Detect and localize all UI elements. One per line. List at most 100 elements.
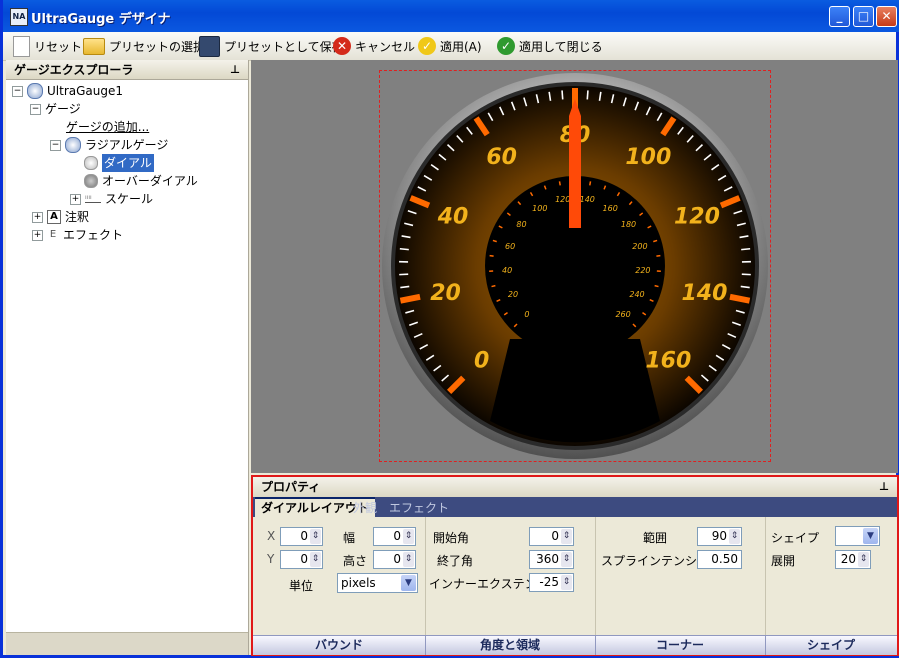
- unit-label: 単位: [289, 579, 314, 593]
- apply-label: 適用(A): [440, 39, 482, 54]
- inner-tick: [589, 181, 592, 186]
- properties-tabs: ダイアルレイアウト 外観 エフェクト: [253, 497, 897, 517]
- height-stepper[interactable]: 0: [373, 550, 416, 569]
- expand-icon[interactable]: +: [70, 193, 81, 205]
- start-angle-stepper[interactable]: 0: [529, 527, 574, 546]
- inner-scale-label: 120: [555, 195, 570, 204]
- major-tick: [399, 293, 421, 304]
- section-bounds: X 0 幅 0 Y 0 高さ 0 単位 pixels ▼: [253, 517, 426, 635]
- tree-label-effect: エフェクト: [63, 228, 124, 242]
- tab-effect[interactable]: エフェクト: [383, 499, 455, 517]
- end-angle-stepper[interactable]: 360: [529, 550, 574, 569]
- y-stepper[interactable]: 0: [280, 550, 323, 569]
- gauge-icon: [27, 83, 43, 99]
- section-footer: バウンド 角度と領域 コーナー シェイプ: [253, 635, 897, 655]
- new-document-icon: [13, 35, 30, 57]
- tree-node-effect[interactable]: + E エフェクト: [32, 226, 123, 244]
- tree-node-annotation[interactable]: + A 注釈: [32, 208, 89, 226]
- add-gauge-link[interactable]: ゲージの追加...: [66, 118, 149, 136]
- inner-scale-label: 140: [580, 195, 595, 204]
- inner-scale-label: 60: [505, 242, 515, 251]
- y-label: Y: [267, 552, 275, 566]
- height-label: 高さ: [343, 554, 368, 568]
- properties-header: プロパティ ⊥: [253, 477, 897, 497]
- minimize-button[interactable]: _: [829, 6, 850, 27]
- outer-scale-label: 60: [486, 145, 517, 170]
- outer-scale-label: 140: [681, 281, 727, 306]
- maximize-button[interactable]: □: [853, 6, 874, 27]
- apply-close-check-icon: ✓: [497, 37, 515, 55]
- section-shape: シェイプ ▼ 展開 20: [765, 517, 897, 635]
- outer-scale-label: 40: [437, 204, 469, 229]
- properties-title: プロパティ: [261, 480, 321, 494]
- properties-panel: プロパティ ⊥ ダイアルレイアウト 外観 エフェクト X 0 幅 0 Y 0 高…: [251, 475, 899, 656]
- minor-tick: [741, 247, 751, 251]
- collapse-icon[interactable]: −: [50, 139, 61, 151]
- tree-node-scale[interactable]: + ıııı スケール: [70, 190, 153, 208]
- start-angle-label: 開始角: [433, 531, 470, 545]
- inner-extent-stepper[interactable]: -25: [529, 573, 574, 592]
- x-stepper[interactable]: 0: [280, 527, 323, 546]
- shape-select[interactable]: ▼: [835, 526, 880, 546]
- save-preset-button[interactable]: プリセットとして保存: [199, 35, 344, 57]
- gauge-explorer-panel: ゲージエクスプローラ ⊥ − UltraGauge1 − ゲージ ゲージの追加.…: [6, 60, 249, 655]
- toolbar: リセット プリセットの選択 プリセットとして保存 ✕ キャンセル ✓ 適用(A)…: [3, 32, 896, 61]
- chevron-down-icon: ▼: [401, 575, 416, 591]
- expand-icon[interactable]: +: [32, 211, 43, 223]
- minor-tick: [740, 285, 750, 289]
- x-label: X: [267, 529, 276, 543]
- dial-icon: [84, 156, 98, 170]
- tree-node-root[interactable]: − UltraGauge1: [12, 82, 123, 100]
- gauge-needle: [569, 99, 581, 228]
- tree-node-radial[interactable]: − ラジアルゲージ: [50, 136, 168, 154]
- inner-scale-label: 0: [524, 310, 529, 319]
- overdial-icon: [84, 174, 98, 188]
- section-title-shape: シェイプ: [806, 638, 855, 652]
- minor-tick: [586, 90, 589, 100]
- outer-scale-label: 20: [430, 281, 461, 306]
- chevron-down-icon: ▼: [863, 528, 878, 544]
- apply-button[interactable]: ✓ 適用(A): [418, 35, 482, 57]
- major-tick: [729, 293, 751, 304]
- save-disk-icon: [199, 35, 220, 57]
- tree-node-gauges[interactable]: − ゲージ: [30, 100, 81, 118]
- tree-node-overdial[interactable]: オーバーダイアル: [84, 172, 198, 190]
- width-stepper[interactable]: 0: [373, 527, 416, 546]
- expand-stepper[interactable]: 20: [835, 550, 871, 569]
- end-angle-label: 終了角: [437, 554, 474, 568]
- apply-check-icon: ✓: [418, 37, 436, 55]
- section-title-bounds: バウンド: [253, 636, 426, 655]
- reset-button[interactable]: リセット: [13, 35, 82, 57]
- outer-scale-label: 160: [645, 348, 691, 373]
- save-preset-label: プリセットとして保存: [224, 39, 344, 54]
- pin-icon[interactable]: ⊥: [879, 477, 889, 497]
- inner-scale-label: 240: [629, 290, 644, 299]
- gauge-selection-frame[interactable]: 020406080100120140160 020406080100120140…: [379, 70, 771, 462]
- collapse-icon[interactable]: −: [12, 85, 23, 97]
- tab-appearance[interactable]: 外観: [347, 499, 383, 517]
- expand-icon[interactable]: +: [32, 229, 43, 241]
- spline-tension-field[interactable]: 0.50: [697, 550, 742, 569]
- select-preset-button[interactable]: プリセットの選択: [83, 35, 205, 57]
- cancel-icon: ✕: [333, 37, 351, 55]
- apply-close-button[interactable]: ✓ 適用して閉じる: [497, 35, 603, 57]
- minor-tick: [399, 247, 409, 251]
- range-stepper[interactable]: 90: [697, 527, 742, 546]
- outer-scale-label: 100: [625, 145, 671, 170]
- close-button[interactable]: ✕: [876, 6, 897, 27]
- window-title: UltraGauge デザイナ: [31, 12, 171, 27]
- tree-node-add-gauge[interactable]: ゲージの追加...: [66, 118, 149, 136]
- pin-icon[interactable]: ⊥: [230, 60, 240, 80]
- collapse-icon[interactable]: −: [30, 103, 41, 115]
- tree-label-root: UltraGauge1: [47, 84, 124, 98]
- tree-label-scale: スケール: [105, 192, 154, 206]
- folder-icon: [83, 37, 105, 55]
- scale-ruler-icon: ıııı: [85, 194, 101, 203]
- unit-select[interactable]: pixels ▼: [337, 573, 418, 593]
- cancel-button[interactable]: ✕ キャンセル: [333, 35, 415, 57]
- tree-node-dial[interactable]: ダイアル: [84, 154, 154, 172]
- unit-select-value: pixels: [341, 576, 376, 590]
- tree-label-dial: ダイアル: [102, 154, 154, 172]
- inner-scale-label: 20: [508, 290, 518, 299]
- inner-scale-label: 160: [603, 204, 618, 213]
